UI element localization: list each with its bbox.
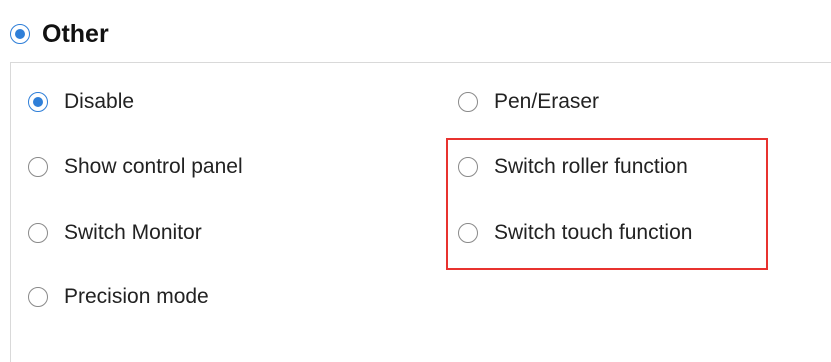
radio-switch-touch-function[interactable] [458, 223, 478, 243]
option-switch-monitor[interactable]: Switch Monitor [28, 218, 202, 248]
radio-switch-roller-function[interactable] [458, 157, 478, 177]
section-title: Other [42, 19, 109, 48]
option-label-show-control-panel: Show control panel [64, 155, 243, 178]
option-pen-eraser[interactable]: Pen/Eraser [458, 87, 599, 117]
section-other-radio[interactable] [10, 24, 30, 44]
section-other-radio-header[interactable]: Other [10, 18, 109, 50]
option-label-switch-touch-function: Switch touch function [494, 221, 693, 244]
radio-switch-monitor[interactable] [28, 223, 48, 243]
option-switch-roller-function[interactable]: Switch roller function [458, 152, 688, 182]
option-label-switch-roller-function: Switch roller function [494, 155, 688, 178]
radio-disable[interactable] [28, 92, 48, 112]
option-label-precision-mode: Precision mode [64, 285, 209, 308]
option-label-switch-monitor: Switch Monitor [64, 221, 202, 244]
option-show-control-panel[interactable]: Show control panel [28, 152, 243, 182]
radio-precision-mode[interactable] [28, 287, 48, 307]
option-switch-touch-function[interactable]: Switch touch function [458, 218, 692, 248]
option-disable[interactable]: Disable [28, 87, 134, 117]
radio-show-control-panel[interactable] [28, 157, 48, 177]
radio-pen-eraser[interactable] [458, 92, 478, 112]
option-label-pen-eraser: Pen/Eraser [494, 90, 600, 113]
option-precision-mode[interactable]: Precision mode [28, 282, 209, 312]
option-label-disable: Disable [64, 90, 135, 113]
